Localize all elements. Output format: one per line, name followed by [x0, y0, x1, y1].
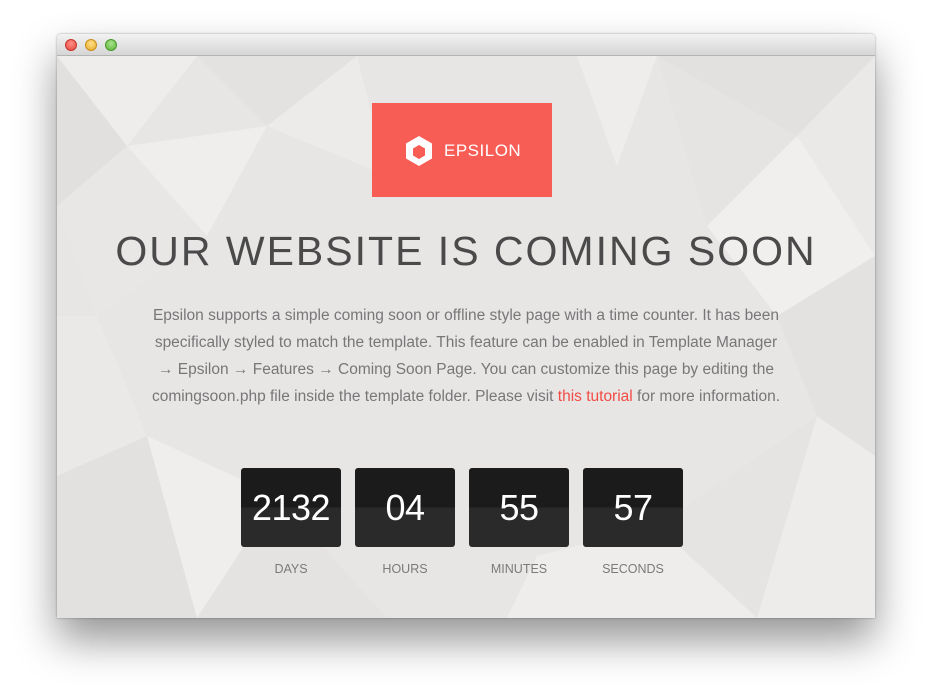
- description-text-end: for more information.: [632, 388, 781, 405]
- close-window-button[interactable]: [65, 39, 77, 51]
- countdown-minutes-value: 55: [469, 468, 569, 547]
- countdown-hours-label: HOURS: [382, 562, 428, 576]
- window-titlebar: [57, 34, 875, 56]
- brand-name: EPSILON: [444, 141, 522, 160]
- brand-logo[interactable]: EPSILON: [372, 103, 552, 197]
- countdown-hours-value: 04: [355, 468, 455, 547]
- countdown-seconds-label: SECONDS: [602, 562, 664, 576]
- hexagon-logo-icon: [406, 136, 432, 166]
- coming-soon-page: EPSILON OUR WEBSITE IS COMING SOON Epsil…: [57, 56, 875, 618]
- maximize-window-button[interactable]: [105, 39, 117, 51]
- description-paragraph: Epsilon supports a simple coming soon or…: [151, 302, 781, 410]
- countdown-seconds-value: 57: [583, 468, 683, 547]
- page-title: OUR WEBSITE IS COMING SOON: [115, 228, 817, 274]
- tutorial-link[interactable]: this tutorial: [558, 388, 633, 405]
- countdown-days-value: 2132: [241, 468, 341, 547]
- minimize-window-button[interactable]: [85, 39, 97, 51]
- browser-window: EPSILON OUR WEBSITE IS COMING SOON Epsil…: [57, 34, 875, 618]
- countdown-minutes-label: MINUTES: [490, 562, 548, 576]
- countdown-days-label: DAYS: [274, 562, 308, 576]
